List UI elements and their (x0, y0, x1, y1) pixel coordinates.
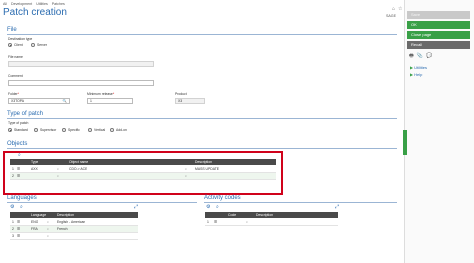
radio-icon (88, 128, 92, 132)
product-field: X3 (175, 98, 205, 104)
section-divider (7, 34, 397, 35)
row-number: 1 (12, 220, 14, 224)
patch-type-vertical-radio[interactable]: Vertical (88, 128, 105, 132)
activity-section-title: Activity codes (204, 195, 241, 201)
help-link[interactable]: ▶Help (410, 72, 422, 77)
folder-label: Folder* (8, 92, 19, 96)
min-release-field[interactable]: 1 (87, 98, 133, 104)
table-row[interactable]: 1 ☰ ⌕ (205, 219, 338, 226)
table-row[interactable]: 2 ☰ FRA ⌕ French (10, 226, 138, 233)
file-name-field[interactable] (8, 61, 154, 67)
home-icon[interactable]: ⌂ (392, 6, 395, 12)
radio-icon (62, 128, 66, 132)
section-divider (7, 118, 397, 119)
patch-type-section-title: Type of patch (7, 111, 44, 117)
breadcrumb-item[interactable]: Development (11, 2, 32, 6)
close-page-button[interactable]: Close page (407, 31, 470, 39)
destination-server-radio[interactable]: Server (31, 43, 47, 47)
comment-label: Comment (8, 74, 23, 78)
patch-type-supervisor-radio[interactable]: Supervisor (34, 128, 56, 132)
row-menu-icon[interactable]: ☰ (16, 226, 20, 232)
objects-highlight-box (3, 151, 283, 195)
radio-selected-icon (8, 128, 12, 132)
panel-collapse-handle[interactable] (403, 130, 407, 155)
ok-button[interactable]: OK (407, 21, 470, 29)
table-row[interactable]: 3 ☰ ⌕ (10, 233, 138, 240)
grid-search-icon[interactable]: ⌕ (20, 204, 23, 210)
patch-type-standard-radio[interactable]: Standard (8, 128, 28, 132)
section-divider (7, 148, 397, 149)
search-icon[interactable]: ⌕ (245, 219, 248, 225)
breadcrumb-item[interactable]: Utilities (36, 2, 48, 6)
row-menu-icon[interactable]: ☰ (16, 219, 20, 225)
row-number: 1 (207, 220, 209, 224)
patch-type-addon-radio[interactable]: Add-on (110, 128, 127, 132)
breadcrumb-item[interactable]: All (3, 2, 7, 6)
header-icons: ⌂ ☆ (392, 6, 403, 12)
search-icon[interactable]: 🔍 (63, 99, 67, 103)
column-header[interactable]: Language (30, 212, 46, 218)
objects-section-title: Objects (7, 141, 28, 147)
comment-icon[interactable]: 💬 (426, 53, 432, 61)
breadcrumb-item[interactable]: Patches (52, 2, 65, 6)
expand-arrow-icon: ▶ (410, 72, 414, 77)
recall-button[interactable]: Recall (407, 41, 470, 49)
radio-icon (31, 43, 35, 47)
patch-type-specific-radio[interactable]: Specific (62, 128, 80, 132)
folder-field[interactable]: X3TOPA 🔍 (8, 98, 70, 104)
grid-settings-icon[interactable]: ⚙ (206, 204, 210, 210)
cell-description[interactable]: English - American (56, 219, 85, 225)
page-code: SAGE (386, 14, 396, 18)
destination-type-label: Destination type (8, 37, 33, 41)
save-button[interactable]: Save (407, 11, 470, 19)
destination-client-radio[interactable]: Client (8, 43, 23, 47)
row-menu-icon[interactable]: ☰ (213, 219, 217, 225)
action-icons: 🖶 📎 💬 (409, 53, 432, 61)
action-panel (404, 0, 474, 263)
star-icon[interactable]: ☆ (398, 6, 402, 12)
file-name-label: File name (8, 55, 23, 59)
expand-icon[interactable]: ⤢ (335, 204, 339, 210)
printer-icon[interactable]: 🖶 (409, 53, 414, 61)
utilities-link[interactable]: ▶Utilities (410, 65, 427, 70)
row-menu-icon[interactable]: ☰ (16, 233, 20, 239)
search-icon[interactable]: ⌕ (46, 219, 49, 225)
file-section-title: File (7, 27, 17, 33)
table-row[interactable]: 1 ☰ ENG ⌕ English - American (10, 219, 138, 226)
search-icon[interactable]: ⌕ (46, 226, 49, 232)
section-divider (204, 202, 397, 203)
grid-settings-icon[interactable]: ⚙ (10, 204, 14, 210)
radio-selected-icon (8, 43, 12, 47)
row-number: 2 (12, 227, 14, 231)
radio-icon (34, 128, 38, 132)
column-header[interactable]: Code (227, 212, 236, 218)
grid-search-icon[interactable]: ⌕ (216, 204, 219, 210)
column-header[interactable]: Description (56, 212, 74, 218)
product-label: Product (175, 92, 187, 96)
column-header[interactable]: Description (255, 212, 273, 218)
cell-description[interactable]: French (56, 226, 68, 232)
attachment-icon[interactable]: 📎 (417, 53, 423, 61)
languages-grid-header: Language Description (10, 212, 138, 218)
comment-field[interactable] (8, 80, 154, 86)
expand-icon[interactable]: ⤢ (134, 204, 138, 210)
activity-grid-header: Code Description (205, 212, 338, 218)
breadcrumb: All Development Utilities Patches (3, 2, 68, 6)
search-icon[interactable]: ⌕ (46, 233, 49, 239)
languages-section-title: Languages (7, 195, 37, 201)
page-title: Patch creation (3, 7, 67, 18)
radio-icon (110, 128, 114, 132)
section-divider (7, 202, 197, 203)
cell-language[interactable]: ENG (30, 219, 38, 225)
cell-language[interactable]: FRA (30, 226, 38, 232)
row-number: 3 (12, 234, 14, 238)
min-release-label: Minimum release* (87, 92, 115, 96)
patch-type-label: Type of patch (8, 121, 29, 125)
expand-arrow-icon: ▶ (410, 65, 414, 70)
